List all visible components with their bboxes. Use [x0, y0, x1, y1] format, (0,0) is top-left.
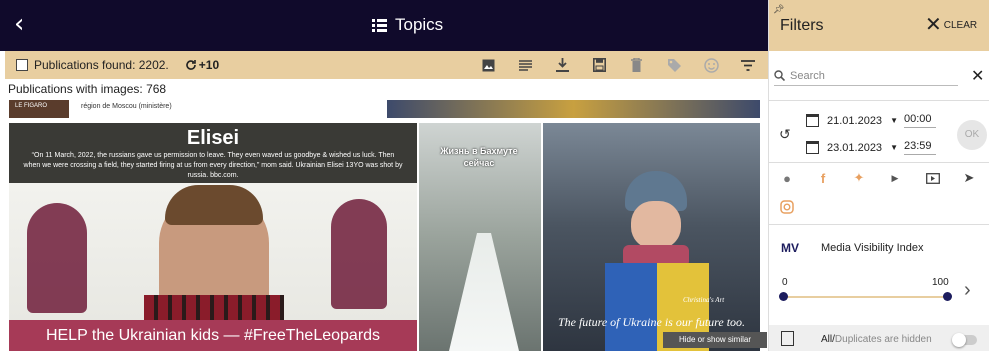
web-icon[interactable]: ● — [779, 170, 795, 186]
facebook-icon[interactable]: f — [815, 170, 831, 186]
download-icon[interactable] — [553, 57, 571, 73]
mv-title: Media Visibility Index — [821, 242, 924, 254]
divider — [769, 100, 989, 101]
publication-card[interactable]: Жизнь в Бахмуте сейчас — [419, 123, 541, 351]
date-from[interactable]: 21.01.2023 — [827, 115, 882, 127]
time-from[interactable]: 00:00 — [904, 113, 936, 128]
card-name: Elisei — [186, 127, 240, 149]
filters-title: Filters — [780, 17, 824, 34]
card-signature: Christina's Art — [683, 296, 725, 304]
youtube-icon[interactable]: ▶ — [887, 170, 903, 186]
close-icon: ✕ — [925, 14, 942, 36]
publication-card[interactable]: Christina's Art The future of Ukraine is… — [543, 123, 760, 351]
select-all-checkbox[interactable] — [16, 59, 28, 71]
delete-icon[interactable] — [627, 57, 645, 73]
previous-card-strip-2[interactable] — [387, 100, 760, 118]
leaf-left — [27, 203, 87, 313]
duplicates-icon — [781, 331, 794, 346]
tag-icon[interactable] — [665, 57, 683, 73]
ok-button[interactable]: OK — [957, 120, 987, 150]
refresh-button[interactable]: +10 — [185, 58, 219, 72]
visibility-slider[interactable] — [783, 296, 947, 298]
sentiment-icon[interactable] — [702, 57, 720, 73]
duplicates-toggle[interactable] — [952, 333, 977, 347]
video-icon[interactable] — [925, 170, 941, 186]
filters-header: 📌︎ Filters ✕ CLEAR — [769, 0, 989, 51]
date-to[interactable]: 23.01.2023 — [827, 142, 882, 154]
refresh-icon — [185, 60, 196, 70]
slider-min-handle[interactable] — [778, 292, 788, 301]
card-banner: HELP the Ukrainian kids — #FreeTheLeopar… — [9, 320, 417, 351]
refresh-count: +10 — [198, 58, 220, 72]
page-title: Topics — [372, 15, 443, 35]
publication-card[interactable]: Elisei “On 11 March, 2022, the russians … — [9, 123, 417, 351]
telegram-icon[interactable]: ➤ — [961, 170, 977, 186]
save-icon[interactable] — [590, 57, 608, 73]
child-face — [631, 201, 681, 249]
card-quote: “On 11 March, 2022, the russians gave us… — [23, 152, 403, 179]
card-caption: The future of Ukraine is our future too. — [557, 315, 746, 329]
search-field[interactable]: Search — [774, 66, 958, 86]
results-toolbar: Publications found: 2202. +10 — [5, 51, 768, 79]
search-input[interactable]: Search — [790, 70, 825, 82]
history-icon[interactable]: ↺ — [779, 126, 791, 143]
list-icon — [372, 18, 387, 32]
search-icon — [774, 70, 785, 81]
page-title-text: Topics — [395, 15, 444, 34]
publications-found: Publications found: 2202. — [34, 58, 169, 72]
pin-icon[interactable]: 📌︎ — [773, 4, 784, 15]
twitter-icon[interactable]: ✦ — [851, 170, 867, 186]
publications-with-images: Publications with images: 768 — [8, 82, 167, 96]
previous-card-strip[interactable]: LE FIGARO région de Moscou (ministère) — [9, 100, 385, 118]
chevron-right-icon[interactable]: › — [964, 279, 971, 302]
slider-max-handle[interactable] — [942, 292, 952, 301]
strip-badge: LE FIGARO — [15, 103, 48, 109]
time-to[interactable]: 23:59 — [904, 140, 936, 155]
plaid-shirt — [144, 295, 284, 321]
instagram-icon[interactable] — [779, 199, 795, 215]
leaf-right — [331, 199, 387, 309]
filters-panel: 📌︎ Filters ✕ CLEAR Search ✕ ↺ 21.01.2023… — [768, 0, 989, 351]
hair — [165, 185, 263, 225]
dropdown-icon[interactable]: ▼ — [890, 143, 898, 152]
clear-label: CLEAR — [943, 19, 978, 31]
date-from-row[interactable]: 21.01.2023 ▼ 00:00 — [806, 113, 936, 128]
image-icon[interactable] — [479, 57, 497, 73]
date-to-row[interactable]: 23.01.2023 ▼ 23:59 — [806, 140, 936, 155]
duplicates-all: All/ — [821, 334, 835, 345]
strip-text: région de Moscou (ministère) — [81, 103, 172, 110]
search-clear-icon[interactable]: ✕ — [971, 66, 984, 86]
duplicates-row: All/Duplicates are hidden — [769, 325, 989, 351]
snowy-road — [449, 233, 519, 351]
duplicates-text: All/Duplicates are hidden — [821, 334, 932, 345]
divider — [769, 162, 989, 163]
duplicates-hidden: Duplicates are hidden — [834, 334, 932, 345]
tooltip: Hide or show similar mentions — [663, 332, 767, 348]
calendar-icon — [806, 141, 819, 154]
card-caption: Жизнь в Бахмуте сейчас — [440, 146, 518, 168]
mv-label: MV — [781, 241, 799, 255]
divider — [769, 224, 989, 225]
toggle-knob — [952, 333, 966, 347]
chevron-left-icon[interactable]: ‹ — [14, 11, 24, 37]
calendar-icon — [806, 114, 819, 127]
slider-max-label: 100 — [932, 277, 949, 288]
top-bar: ‹ Topics — [0, 0, 768, 51]
clear-button[interactable]: ✕ CLEAR — [925, 14, 978, 36]
dropdown-icon[interactable]: ▼ — [890, 116, 898, 125]
main-area: ‹ Topics Publications found: 2202. +10 P… — [0, 0, 768, 351]
filter-icon[interactable] — [739, 57, 757, 73]
slider-min-label: 0 — [782, 277, 788, 288]
text-icon[interactable] — [516, 57, 534, 73]
